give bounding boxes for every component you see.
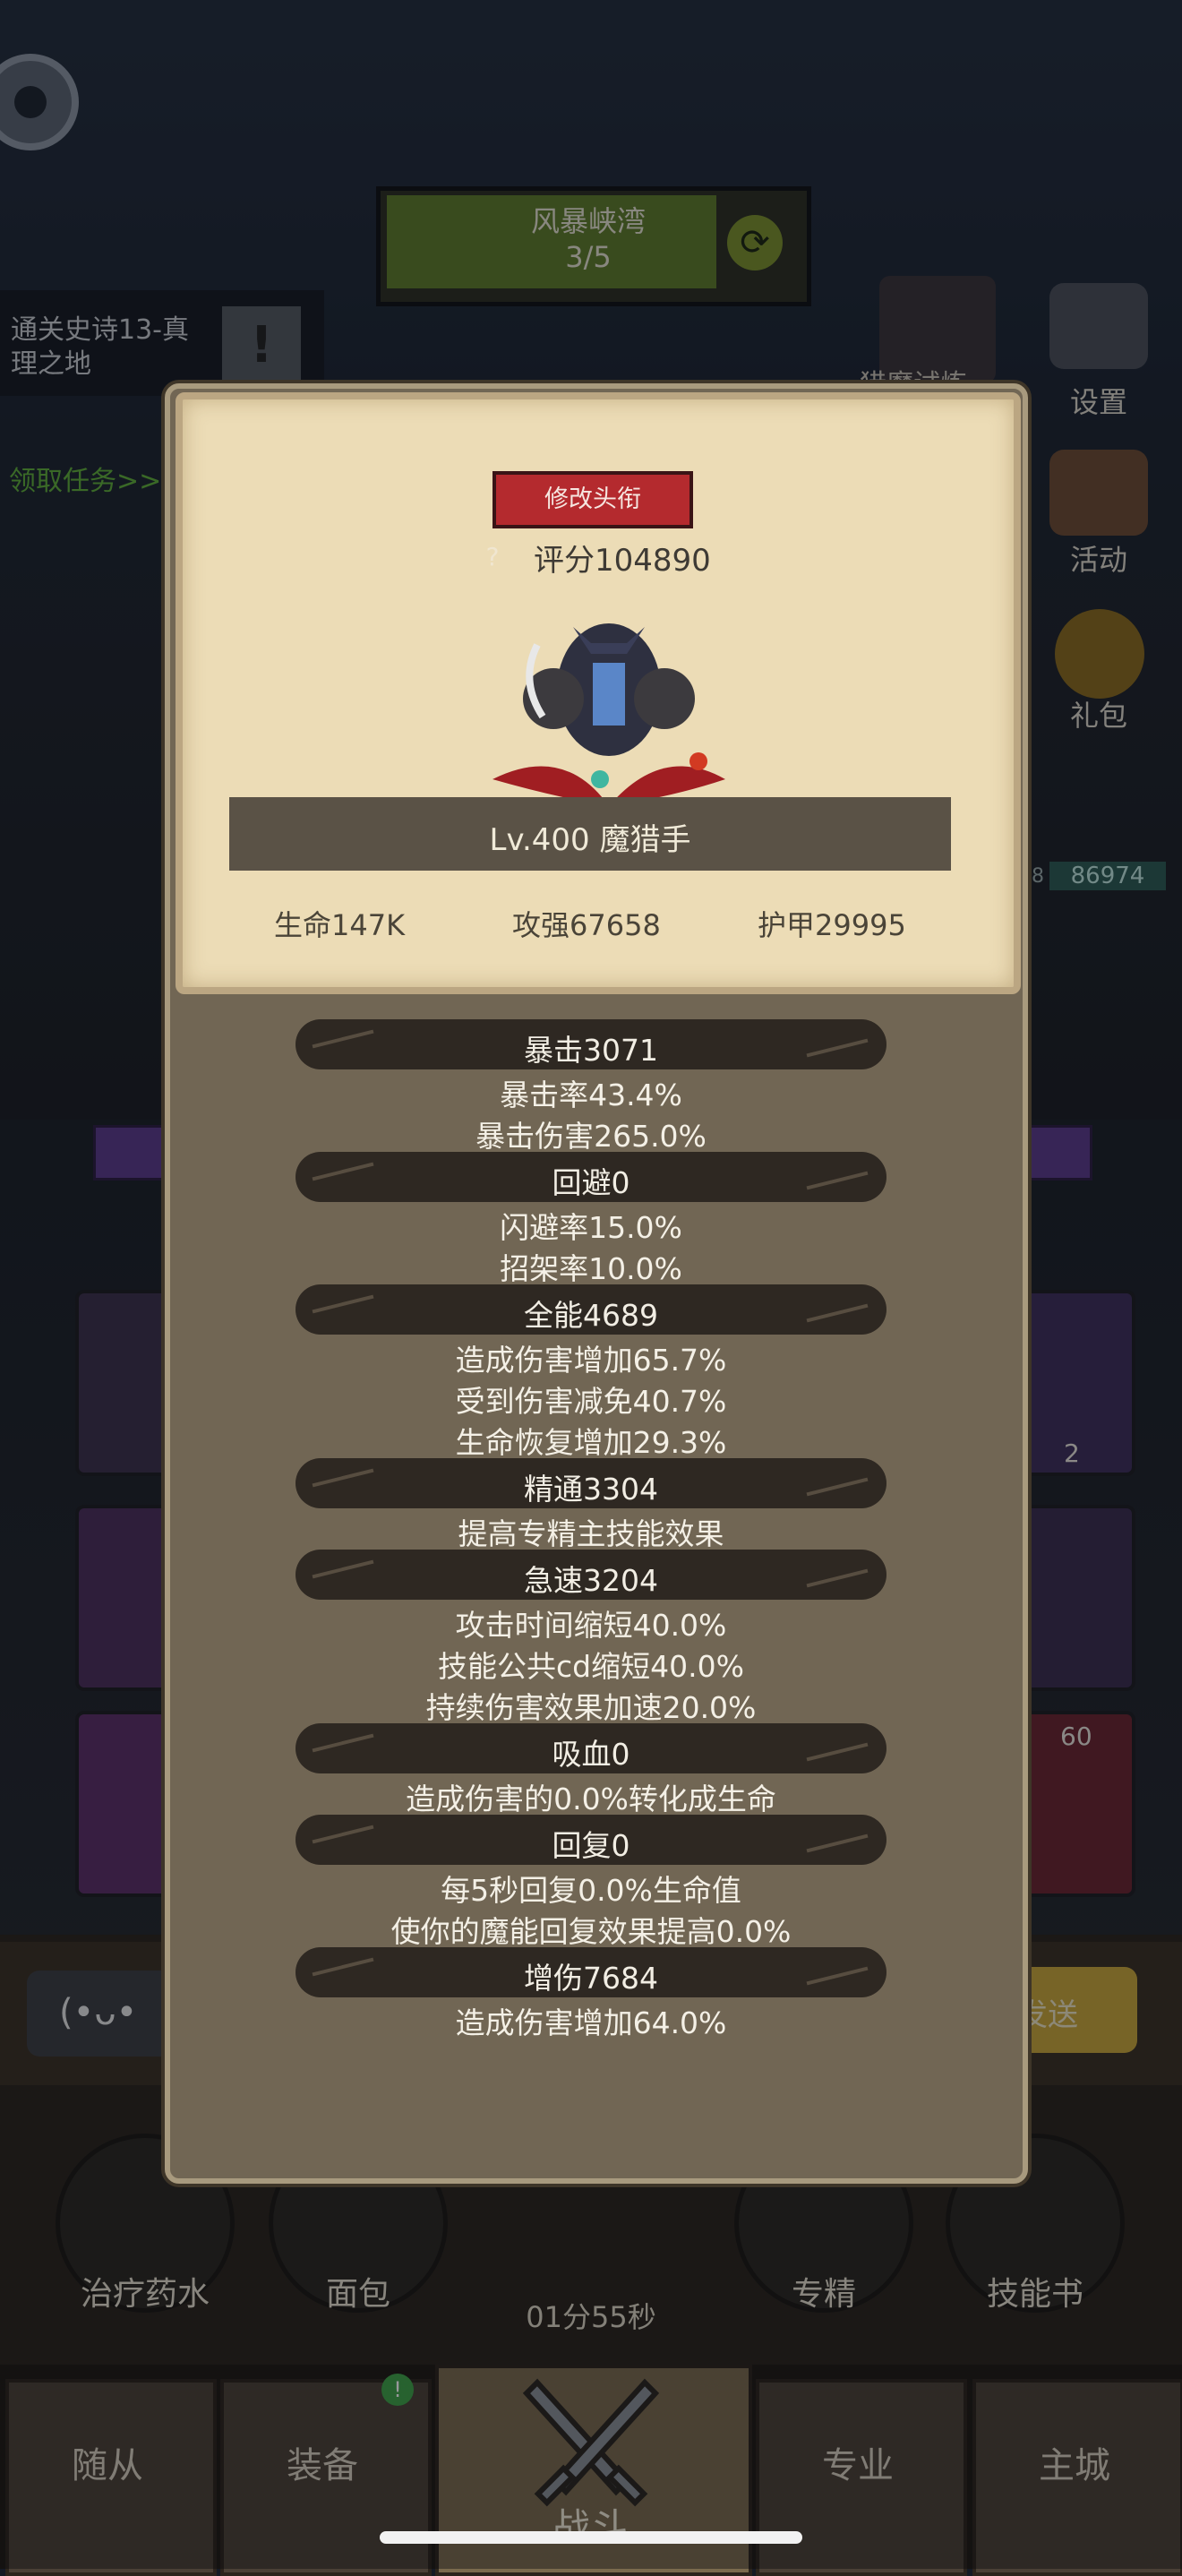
stat-detail: 使你的魔能回复效果提高0.0%	[390, 1914, 792, 1949]
stat-detail: 招架率10.0%	[500, 1251, 682, 1286]
stat-detail: 生命恢复增加29.3%	[455, 1425, 727, 1460]
stat-armor: 护甲29995	[758, 908, 906, 942]
stat-detail: 提高专精主技能效果	[458, 1516, 724, 1551]
stat-detail: 闪避率15.0%	[500, 1210, 682, 1245]
stat-health: 生命147K	[274, 908, 406, 942]
stat-group-title: 急速3204	[524, 1563, 658, 1598]
stat-group-title: 回复0	[552, 1828, 630, 1863]
stat-group-title: 回避0	[552, 1165, 630, 1200]
stat-detail: 每5秒回复0.0%生命值	[441, 1873, 741, 1908]
stat-detail: 持续伤害效果加速20.0%	[425, 1690, 757, 1725]
stat-detail: 受到伤害减免40.7%	[455, 1384, 727, 1419]
edit-title-button[interactable]: 修改头衔	[492, 471, 693, 528]
stat-detail: 造成伤害的0.0%转化成生命	[406, 1782, 776, 1816]
stat-detail: 攻击时间缩短40.0%	[455, 1608, 727, 1643]
stat-detail: 造成伤害增加65.7%	[455, 1343, 727, 1378]
stat-attack-power: 攻强67658	[512, 908, 661, 942]
score: 评分104890	[534, 543, 711, 579]
stat-group-title: 增伤7684	[524, 1961, 658, 1996]
stat-detail: 技能公共cd缩短40.0%	[438, 1649, 744, 1684]
stat-group-title: 精通3304	[524, 1472, 658, 1507]
stat-group-title: 暴击3071	[524, 1033, 658, 1068]
home-indicator	[380, 2531, 802, 2544]
stat-group-title: 吸血0	[552, 1737, 630, 1772]
hero-name: Lv.400 魔猎手	[489, 822, 691, 858]
stat-detail: 暴击伤害265.0%	[475, 1119, 707, 1154]
stat-detail: 造成伤害增加64.0%	[455, 2005, 727, 2040]
stat-group-title: 全能4689	[524, 1298, 658, 1333]
stat-detail: 暴击率43.4%	[500, 1078, 682, 1112]
help-icon[interactable]: ?	[471, 536, 514, 579]
